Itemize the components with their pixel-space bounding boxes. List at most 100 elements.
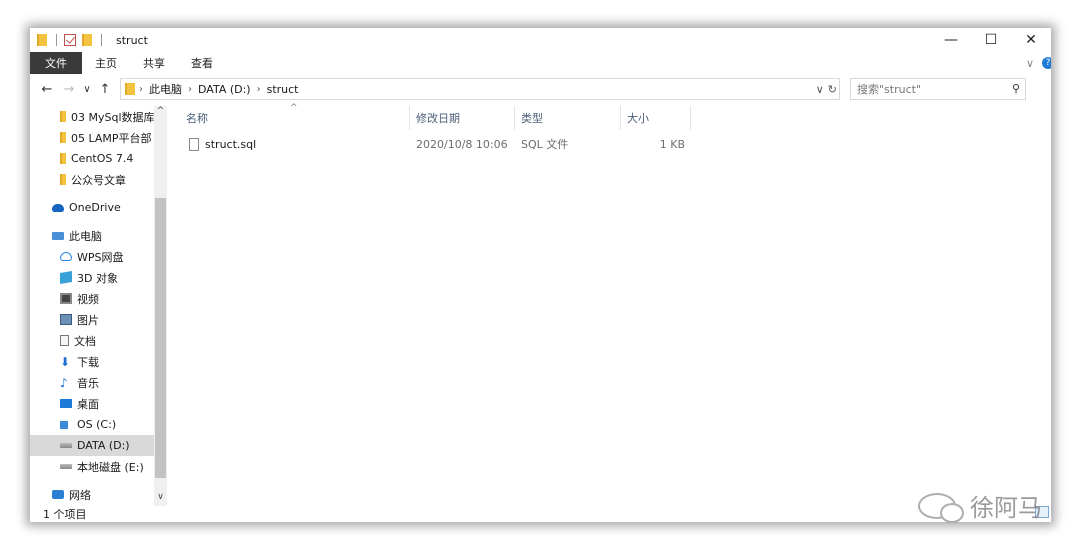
- nav-item-label: 图片: [77, 313, 99, 327]
- folder-icon: [60, 153, 66, 164]
- nav-item-desktop[interactable]: 桌面: [30, 393, 154, 414]
- nav-scrollbar[interactable]: ^ ∨: [154, 106, 167, 506]
- nav-item-label: 公众号文章: [71, 173, 126, 187]
- drive-icon: [60, 464, 72, 469]
- column-header-modified[interactable]: 修改日期: [410, 106, 515, 130]
- scroll-up-icon[interactable]: ^: [154, 106, 167, 120]
- tab-share[interactable]: 共享: [130, 52, 178, 74]
- breadcrumb-separator: ›: [188, 83, 192, 95]
- os-drive-icon: [60, 420, 68, 429]
- nav-item-label: 此电脑: [69, 229, 102, 243]
- 3d-objects-icon: [60, 270, 72, 285]
- tab-view[interactable]: 查看: [178, 52, 226, 74]
- properties-icon[interactable]: [64, 34, 76, 46]
- tab-home[interactable]: 主页: [82, 52, 130, 74]
- nav-item-mysql[interactable]: 03 MySql数据库: [30, 106, 154, 127]
- folder-icon: [125, 83, 135, 95]
- refresh-icon[interactable]: ↻: [828, 83, 837, 96]
- file-list: 名称 ^ 修改日期 类型 大小 struct.sql 2020/10/8 10:…: [180, 103, 1050, 506]
- nav-item-label: 3D 对象: [77, 271, 118, 285]
- nav-item-local-e[interactable]: 本地磁盘 (E:): [30, 456, 154, 477]
- nav-item-onedrive[interactable]: OneDrive: [30, 197, 154, 218]
- wechat-icon: [918, 492, 964, 523]
- item-count: 1 个项目: [43, 508, 87, 521]
- breadcrumb-data-drive[interactable]: DATA (D:): [198, 83, 251, 96]
- tab-file[interactable]: 文件: [30, 52, 82, 74]
- help-icon[interactable]: ?: [1042, 57, 1051, 69]
- column-header-type[interactable]: 类型: [515, 106, 621, 130]
- nav-item-label: 视频: [77, 292, 99, 306]
- documents-icon: [60, 335, 69, 346]
- divider: [56, 34, 57, 46]
- address-tail: ∨ ↻: [816, 79, 837, 99]
- nav-item-label: 下载: [77, 355, 99, 369]
- address-bar[interactable]: › 此电脑 › DATA (D:) › struct ∨ ↻: [120, 78, 840, 100]
- breadcrumb-struct[interactable]: struct: [267, 83, 299, 96]
- nav-item-articles[interactable]: 公众号文章: [30, 169, 154, 190]
- minimize-button[interactable]: —: [931, 28, 971, 52]
- nav-item-network[interactable]: 网络: [30, 484, 154, 505]
- nav-item-data-d[interactable]: DATA (D:): [30, 435, 154, 456]
- search-input[interactable]: 搜索"struct" ⚲: [850, 78, 1026, 100]
- nav-item-pictures[interactable]: 图片: [30, 309, 154, 330]
- column-header-name[interactable]: 名称 ^: [180, 103, 410, 130]
- nav-item-label: DATA (D:): [77, 439, 130, 452]
- column-label: 修改日期: [416, 112, 460, 125]
- nav-item-centos[interactable]: CentOS 7.4: [30, 148, 154, 169]
- nav-item-label: 03 MySql数据库: [71, 110, 154, 124]
- nav-item-music[interactable]: ♪ 音乐: [30, 372, 154, 393]
- folder-icon: [60, 111, 66, 122]
- scrollbar-thumb[interactable]: [155, 198, 166, 478]
- recent-locations-button[interactable]: ∨: [80, 78, 94, 100]
- watermark: 徐阿马: [918, 488, 1042, 523]
- file-icon: [189, 137, 199, 151]
- address-dropdown-icon[interactable]: ∨: [816, 83, 824, 96]
- folder-icon: [60, 132, 66, 143]
- table-row[interactable]: struct.sql 2020/10/8 10:06 SQL 文件 1 KB: [180, 133, 720, 155]
- forward-button[interactable]: →: [58, 78, 80, 100]
- address-row: ← → ∨ ↑ › 此电脑 › DATA (D:) › struct ∨ ↻ 搜…: [30, 76, 1051, 102]
- folder-icon: [60, 174, 66, 185]
- pictures-icon: [60, 314, 72, 325]
- back-button[interactable]: ←: [36, 78, 58, 100]
- watermark-text: 徐阿马: [970, 494, 1042, 522]
- scroll-down-icon[interactable]: ∨: [154, 492, 167, 506]
- search-placeholder: 搜索"struct": [857, 83, 922, 96]
- nav-item-video[interactable]: 视频: [30, 288, 154, 309]
- nav-item-label: 05 LAMP平台部: [71, 131, 152, 145]
- new-folder-icon[interactable]: [82, 34, 92, 46]
- expand-ribbon-icon[interactable]: ∨: [1026, 57, 1034, 70]
- nav-item-documents[interactable]: 文档: [30, 330, 154, 351]
- nav-item-os-c[interactable]: OS (C:): [30, 414, 154, 435]
- nav-item-label: CentOS 7.4: [71, 152, 134, 165]
- computer-icon: [52, 231, 64, 240]
- close-button[interactable]: ✕: [1011, 28, 1051, 52]
- nav-item-label: 音乐: [77, 376, 99, 390]
- file-name: struct.sql: [205, 137, 257, 151]
- file-name-cell: struct.sql: [189, 133, 256, 155]
- nav-item-downloads[interactable]: ⬇ 下载: [30, 351, 154, 372]
- nav-item-wps[interactable]: WPS网盘: [30, 246, 154, 267]
- ribbon-tabs: 文件 主页 共享 查看 ∨ ?: [30, 52, 1051, 74]
- maximize-button[interactable]: ☐: [971, 28, 1011, 52]
- breadcrumb-separator: ›: [139, 83, 143, 95]
- ribbon-controls: ∨ ?: [1026, 57, 1051, 70]
- sort-ascending-icon: ^: [290, 103, 298, 113]
- up-button[interactable]: ↑: [94, 78, 116, 100]
- divider: [101, 34, 102, 46]
- quick-access-toolbar: [37, 28, 109, 52]
- nav-item-this-pc[interactable]: 此电脑: [30, 225, 154, 246]
- column-label: 名称: [186, 112, 208, 125]
- folder-icon: [37, 34, 47, 46]
- video-icon: [60, 293, 72, 304]
- nav-item-label: 网络: [69, 488, 91, 502]
- nav-item-lamp[interactable]: 05 LAMP平台部: [30, 127, 154, 148]
- column-label: 大小: [627, 112, 649, 125]
- nav-item-3d[interactable]: 3D 对象: [30, 267, 154, 288]
- breadcrumb-this-pc[interactable]: 此电脑: [149, 81, 182, 97]
- nav-item-label: 文档: [74, 334, 96, 348]
- onedrive-icon: [52, 203, 64, 212]
- file-size: 1 KB: [659, 137, 685, 151]
- search-icon[interactable]: ⚲: [1012, 82, 1020, 95]
- column-header-size[interactable]: 大小: [621, 106, 691, 130]
